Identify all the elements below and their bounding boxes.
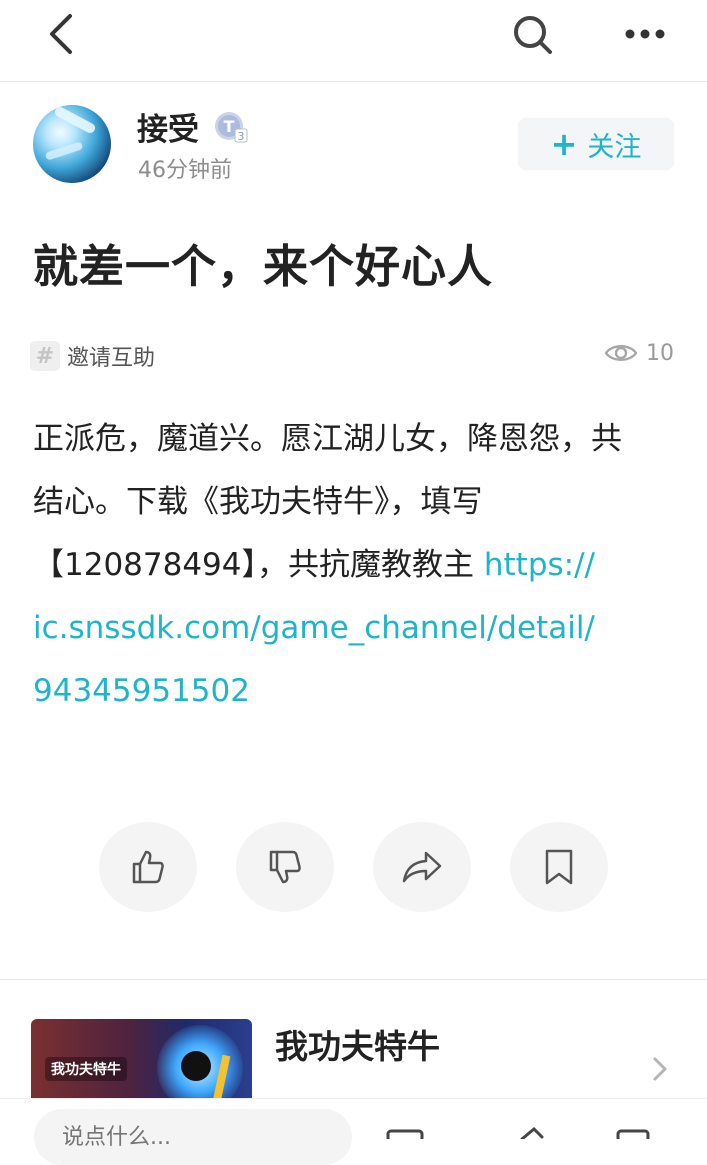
post-link[interactable]: 94345951502: [33, 660, 683, 723]
top-nav-bar: [0, 0, 707, 82]
svg-text:3: 3: [238, 130, 245, 143]
more-button[interactable]: [620, 14, 670, 54]
body-line: 正派危，魔道兴。愿江湖儿女，降恩怨，共: [33, 421, 622, 457]
thumbs-down-icon: [269, 850, 301, 884]
game-name: 我功夫特牛: [275, 1027, 440, 1066]
follow-label: 关注: [587, 131, 642, 163]
body-text: 【120878494】，共抗魔教教主: [33, 547, 484, 583]
comment-icon[interactable]: [386, 1127, 426, 1139]
level-badge-icon: T 3: [215, 112, 248, 143]
plus-icon: +: [550, 125, 578, 163]
view-count: 10: [604, 336, 674, 370]
post-title: 就差一个，来个好心人: [33, 240, 494, 293]
author-name[interactable]: 接受: [137, 104, 199, 149]
body-line: 结心。下载《我功夫特牛》，填写: [33, 484, 483, 520]
back-button[interactable]: [40, 12, 84, 56]
post-body: 正派危，魔道兴。愿江湖儿女，降恩怨，共 结心。下载《我功夫特牛》，填写 【120…: [33, 408, 683, 723]
bookmark-button[interactable]: [510, 822, 608, 912]
search-icon: [514, 16, 552, 54]
thumbnail-art: [181, 1051, 211, 1081]
topic-tag[interactable]: # 邀请互助: [30, 338, 155, 374]
like-button[interactable]: [99, 822, 197, 912]
eye-icon: [604, 345, 638, 361]
author-row: 接受 T 3 46分钟前 + 关注: [0, 100, 707, 190]
topic-label: 邀请互助: [67, 346, 156, 371]
more-horizontal-icon: [625, 29, 665, 39]
bookmark-icon[interactable]: [614, 1127, 654, 1139]
avatar-art: [53, 105, 97, 135]
chevron-right-icon: [653, 1057, 667, 1081]
post-time: 46分钟前: [138, 158, 232, 183]
dislike-button[interactable]: [236, 822, 334, 912]
post-link[interactable]: https://: [484, 547, 595, 583]
body-line: 【120878494】，共抗魔教教主 https://: [33, 534, 683, 597]
view-count-value: 10: [646, 340, 674, 366]
share-button[interactable]: [373, 822, 471, 912]
avatar-art: [44, 141, 84, 161]
comment-input[interactable]: [34, 1109, 352, 1165]
share-icon: [402, 851, 442, 883]
avatar[interactable]: [33, 105, 111, 183]
game-thumbnail: 我功夫特牛: [31, 1019, 252, 1101]
share-icon[interactable]: [508, 1127, 548, 1139]
thumbs-up-icon: [132, 850, 164, 884]
search-button[interactable]: [508, 10, 556, 58]
bookmark-icon: [545, 849, 573, 885]
svg-text:T: T: [224, 117, 235, 136]
bottom-bar: [0, 1098, 707, 1165]
post-link[interactable]: ic.snssdk.com/game_channel/detail/: [33, 597, 683, 660]
hash-icon: #: [30, 341, 60, 371]
game-logo-text: 我功夫特牛: [45, 1057, 127, 1081]
game-card[interactable]: 我功夫特牛 我功夫特牛: [0, 1000, 707, 1101]
section-divider: [0, 979, 707, 980]
chevron-left-icon: [50, 14, 72, 54]
follow-button[interactable]: + 关注: [518, 118, 674, 170]
